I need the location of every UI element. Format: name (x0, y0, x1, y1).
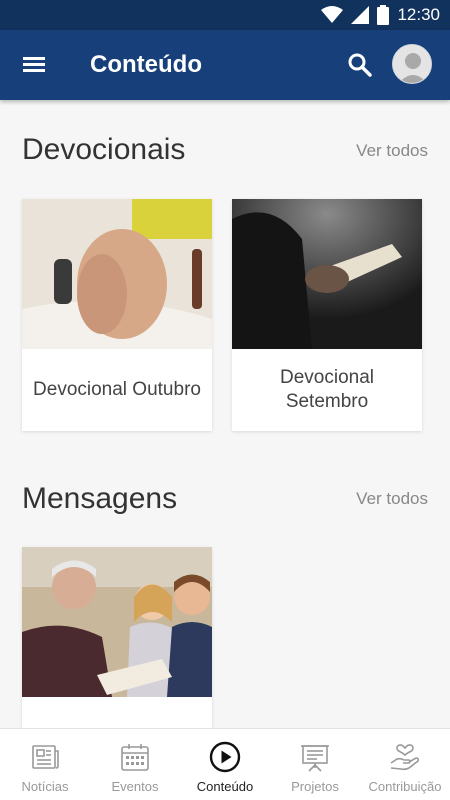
bible-reading-photo (232, 199, 422, 349)
avatar-icon (393, 45, 431, 83)
calendar-icon (121, 744, 149, 771)
section-title-mensagens: Mensagens (22, 482, 178, 515)
nav-label: Eventos (111, 779, 159, 794)
presentation-board-icon (301, 745, 329, 772)
battery-icon (377, 5, 390, 25)
bottom-navigation: Notícias Eventos Conteúdo Projetos Contr… (0, 728, 450, 800)
nav-item-contribuicao[interactable]: Contribuição (360, 729, 450, 800)
nav-item-eventos[interactable]: Eventos (90, 729, 180, 800)
card-devocional-setembro[interactable]: Devocional Setembro (232, 199, 422, 431)
nav-item-projetos[interactable]: Projetos (270, 729, 360, 800)
play-circle-icon (209, 741, 241, 773)
nav-label: Notícias (21, 779, 69, 794)
app-bar: Conteúdo (0, 30, 450, 100)
card-label: Devocional Setembro (280, 367, 374, 412)
menu-button[interactable] (20, 52, 50, 78)
grandfather-children-reading-photo (22, 547, 212, 697)
cell-signal-icon (351, 6, 370, 24)
avatar[interactable] (392, 44, 432, 84)
menu-icon (23, 57, 45, 72)
section-title-devocionais: Devocionais (22, 133, 186, 166)
see-all-devocionais-link[interactable]: Ver todos (356, 141, 428, 161)
nav-item-noticias[interactable]: Notícias (0, 729, 90, 800)
card-label: Outubro (22, 697, 212, 728)
nav-label: Contribuição (368, 779, 442, 794)
card-mensagem-outubro[interactable]: Outubro (22, 547, 212, 728)
card-label: Devocional Outubro (33, 379, 201, 400)
nav-label: Projetos (291, 779, 339, 794)
status-bar: 12:30 (0, 0, 450, 30)
content-area[interactable]: Devocionais Ver todos Devocional Outubro (0, 100, 450, 728)
status-time: 12:30 (397, 5, 440, 24)
page-title: Conteúdo (90, 51, 202, 78)
search-icon (348, 53, 372, 77)
see-all-mensagens-link[interactable]: Ver todos (356, 489, 428, 509)
hand-heart-icon (390, 744, 420, 771)
newspaper-icon (32, 745, 59, 769)
card-devocional-outubro[interactable]: Devocional Outubro (22, 199, 212, 431)
nav-label: Conteúdo (196, 779, 254, 794)
nav-item-conteudo[interactable]: Conteúdo (180, 729, 270, 800)
search-button[interactable] (345, 50, 375, 80)
wifi-icon (321, 6, 344, 23)
status-icons: 12:30 (321, 4, 440, 26)
praying-hands-photo (22, 199, 212, 349)
